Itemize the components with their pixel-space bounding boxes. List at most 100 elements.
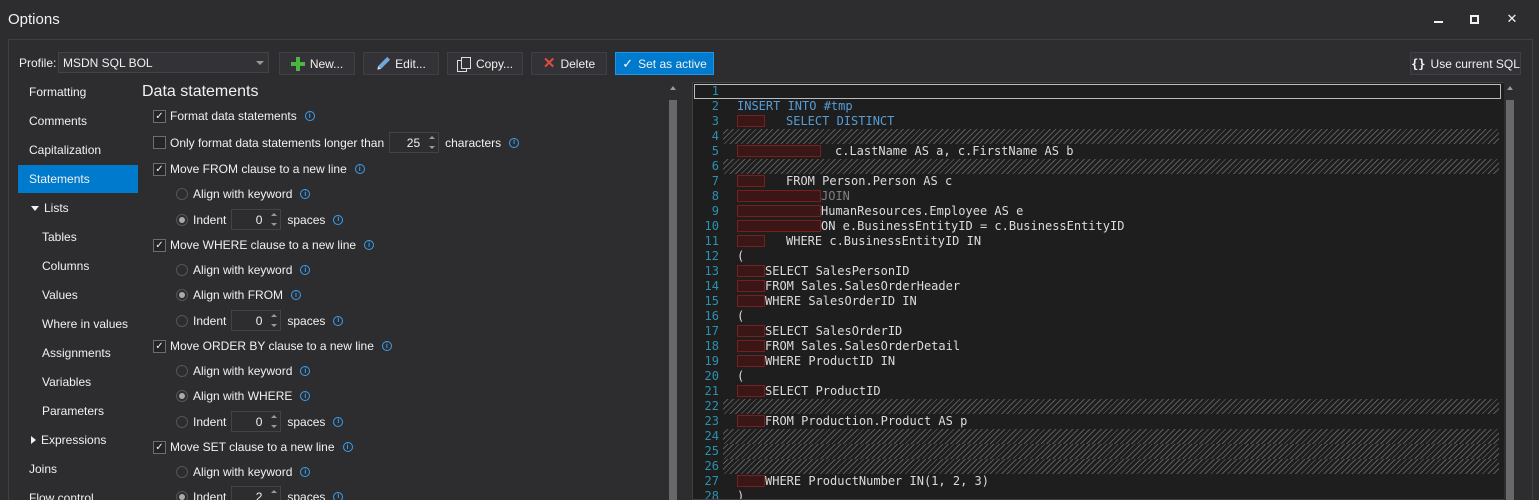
stepper-down-icon[interactable]	[271, 222, 278, 226]
stepper-down-icon[interactable]	[271, 424, 278, 428]
stepper-up-icon[interactable]	[271, 314, 278, 318]
from-indent-radio[interactable]	[176, 213, 188, 226]
format-data-checkbox[interactable]: ✓	[153, 109, 166, 123]
nav-item-values[interactable]: Values	[18, 281, 138, 309]
from-indent-stepper[interactable]: 0	[231, 209, 282, 230]
set-align-keyword-option[interactable]: Align with keyword i	[176, 465, 311, 479]
nav-item-capitalization[interactable]: Capitalization	[18, 136, 138, 164]
profile-select[interactable]: MSDN SQL BOL	[58, 52, 269, 73]
orderby-align-keyword-radio[interactable]	[176, 365, 188, 377]
new-profile-button[interactable]: New...	[279, 52, 355, 75]
info-icon[interactable]: i	[291, 290, 302, 300]
set-indent-stepper[interactable]: 2	[231, 486, 282, 500]
only-format-longer-option[interactable]: Only format data statements longer than …	[153, 132, 520, 153]
info-icon[interactable]: i	[509, 137, 520, 148]
nav-item-statements[interactable]: Statements	[18, 165, 138, 193]
where-indent-option[interactable]: Indent 0 spaces i	[176, 310, 344, 331]
info-icon[interactable]: i	[300, 189, 311, 199]
options-scrollbar[interactable]	[667, 82, 679, 500]
scroll-up-icon[interactable]	[1507, 86, 1513, 90]
nav-item-joins[interactable]: Joins	[18, 455, 138, 483]
nav-item-comments[interactable]: Comments	[18, 107, 138, 135]
nav-item-tables[interactable]: Tables	[18, 223, 138, 251]
nav-item-lists[interactable]: Lists	[18, 194, 138, 222]
orderby-align-keyword-option[interactable]: Align with keyword i	[176, 364, 311, 378]
minimize-button[interactable]	[1420, 6, 1456, 32]
from-indent-option[interactable]: Indent 0 spaces i	[176, 209, 344, 230]
line-number: 18	[704, 339, 719, 353]
move-set-checkbox[interactable]: ✓	[153, 440, 166, 454]
orderby-align-where-option[interactable]: Align with WHERE i	[176, 389, 311, 403]
info-icon[interactable]: i	[354, 164, 365, 174]
where-indent-stepper[interactable]: 0	[231, 310, 282, 331]
orderby-align-where-radio[interactable]	[176, 390, 188, 402]
scrollbar-thumb[interactable]	[669, 100, 677, 500]
info-icon[interactable]: i	[342, 442, 353, 452]
nav-item-columns[interactable]: Columns	[18, 252, 138, 280]
where-align-keyword-option[interactable]: Align with keyword i	[176, 263, 311, 277]
close-button[interactable]: ✕	[1494, 6, 1530, 32]
move-where-option[interactable]: ✓ Move WHERE clause to a new line i	[153, 238, 375, 252]
nav-item-assignments[interactable]: Assignments	[18, 339, 138, 367]
set-indent-radio[interactable]	[176, 490, 188, 500]
maximize-button[interactable]	[1456, 6, 1492, 32]
preview-scrollbar[interactable]	[1504, 82, 1516, 500]
info-icon[interactable]: i	[300, 366, 311, 376]
line-number: 6	[711, 159, 719, 173]
nav-item-where-in-values[interactable]: Where in values	[18, 310, 138, 338]
info-icon[interactable]: i	[300, 391, 311, 401]
stepper-up-icon[interactable]	[271, 490, 278, 494]
stepper-up-icon[interactable]	[429, 136, 436, 140]
nav-item-parameters[interactable]: Parameters	[18, 397, 138, 425]
from-align-keyword-radio[interactable]	[176, 188, 188, 200]
edit-profile-button[interactable]: Edit...	[363, 52, 439, 75]
info-icon[interactable]: i	[304, 111, 315, 121]
stepper-up-icon[interactable]	[271, 213, 278, 217]
info-icon[interactable]: i	[381, 341, 392, 351]
use-current-sql-button[interactable]: {} Use current SQL	[1410, 52, 1521, 75]
info-icon[interactable]: i	[300, 467, 311, 477]
set-align-keyword-radio[interactable]	[176, 466, 188, 478]
nav-item-expressions[interactable]: Expressions	[18, 426, 138, 454]
info-icon[interactable]: i	[333, 416, 344, 427]
stepper-down-icon[interactable]	[271, 323, 278, 327]
copy-profile-button[interactable]: Copy...	[447, 52, 523, 75]
move-orderby-checkbox[interactable]: ✓	[153, 339, 166, 353]
move-orderby-option[interactable]: ✓ Move ORDER BY clause to a new line i	[153, 339, 392, 353]
stepper-down-icon[interactable]	[429, 145, 436, 149]
longer-than-stepper[interactable]: 25	[389, 132, 440, 153]
move-from-option[interactable]: ✓ Move FROM clause to a new line i	[153, 162, 365, 176]
only-format-longer-checkbox[interactable]	[153, 136, 166, 149]
sql-preview[interactable]: 1 2 INSERT INTO #tmp 3 SELECT DISTINCT 4 5…	[692, 82, 1508, 500]
where-indent-radio[interactable]	[176, 314, 188, 327]
where-align-keyword-radio[interactable]	[176, 264, 188, 276]
format-data-option[interactable]: ✓ Format data statements i	[153, 109, 315, 123]
collapsed-arrow-icon[interactable]	[31, 436, 36, 444]
set-indent-option[interactable]: Indent 2 spaces i	[176, 486, 344, 500]
scroll-up-icon[interactable]	[670, 86, 676, 90]
delete-profile-button[interactable]: ✕ Delete	[531, 52, 607, 75]
info-icon[interactable]: i	[333, 315, 344, 326]
from-align-keyword-option[interactable]: Align with keyword i	[176, 187, 311, 201]
move-set-option[interactable]: ✓ Move SET clause to a new line i	[153, 440, 353, 454]
expanded-arrow-icon[interactable]	[31, 205, 39, 211]
info-icon[interactable]: i	[333, 491, 344, 500]
code-text: WHERE SalesOrderID IN	[765, 294, 917, 308]
move-from-checkbox[interactable]: ✓	[153, 162, 166, 176]
move-where-checkbox[interactable]: ✓	[153, 238, 166, 252]
orderby-indent-radio[interactable]	[176, 415, 188, 428]
orderby-indent-stepper[interactable]: 0	[231, 411, 282, 432]
nav-item-flow-control[interactable]: Flow control	[18, 484, 138, 500]
info-icon[interactable]: i	[300, 265, 311, 275]
info-icon[interactable]: i	[364, 240, 375, 250]
info-icon[interactable]: i	[333, 214, 344, 225]
pencil-icon	[373, 54, 393, 74]
set-as-active-button[interactable]: ✓ Set as active	[615, 52, 714, 75]
where-align-from-radio[interactable]	[176, 289, 188, 301]
scrollbar-thumb[interactable]	[1506, 100, 1514, 500]
nav-item-formatting[interactable]: Formatting	[18, 78, 138, 106]
nav-item-variables[interactable]: Variables	[18, 368, 138, 396]
stepper-up-icon[interactable]	[271, 415, 278, 419]
orderby-indent-option[interactable]: Indent 0 spaces i	[176, 411, 344, 432]
where-align-from-option[interactable]: Align with FROM i	[176, 288, 302, 302]
